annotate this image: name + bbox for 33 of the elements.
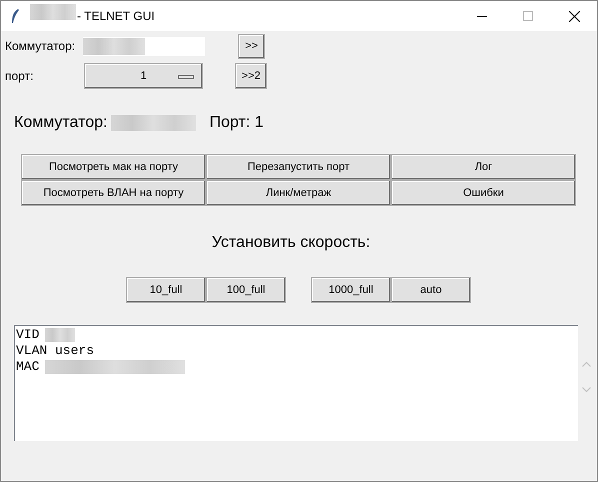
port-dropdown[interactable]: 1 (84, 63, 203, 89)
scroll-up-icon[interactable] (582, 361, 590, 367)
speed-button[interactable]: 100_full (206, 277, 286, 303)
dropdown-indicator-icon (178, 75, 194, 79)
switch-input[interactable] (83, 36, 205, 56)
speed-title: Установить скорость: (210, 233, 372, 251)
action-button[interactable]: Линк/метраж (206, 180, 391, 206)
feather-icon (10, 8, 20, 24)
action-button[interactable]: Посмотреть ВЛАН на порту (21, 180, 206, 206)
action-button[interactable]: Лог (391, 154, 576, 180)
go2-button[interactable]: >>2 (235, 63, 267, 89)
speed-button[interactable]: 10_full (126, 277, 206, 303)
action-button[interactable]: Посмотреть мак на порту (21, 154, 206, 180)
switch-label: Коммутатор: (5, 38, 76, 55)
scroll-down-icon[interactable] (582, 387, 590, 393)
output-line: VID (16, 327, 40, 343)
action-button[interactable]: Перезапустить порт (206, 154, 391, 180)
port-status: Порт: 1 (209, 113, 264, 133)
redacted-mark (30, 4, 76, 20)
window-title: - TELNET GUI (77, 8, 155, 25)
redacted-mark (83, 38, 145, 54)
speed-button[interactable]: auto (391, 277, 471, 303)
action-button[interactable]: Ошибки (391, 180, 576, 206)
close-icon (568, 10, 580, 22)
go-button[interactable]: >> (238, 34, 265, 58)
speed-button[interactable]: 1000_full (311, 277, 391, 303)
output-text-area[interactable]: VID VLAN users MAC (14, 325, 578, 441)
redacted-mark (45, 328, 76, 342)
output-line: MAC (16, 359, 40, 375)
maximize-icon (523, 11, 533, 21)
switch-status: Коммутатор: (14, 113, 108, 133)
port-label: порт: (5, 68, 34, 85)
output-line: VLAN users (16, 343, 94, 359)
